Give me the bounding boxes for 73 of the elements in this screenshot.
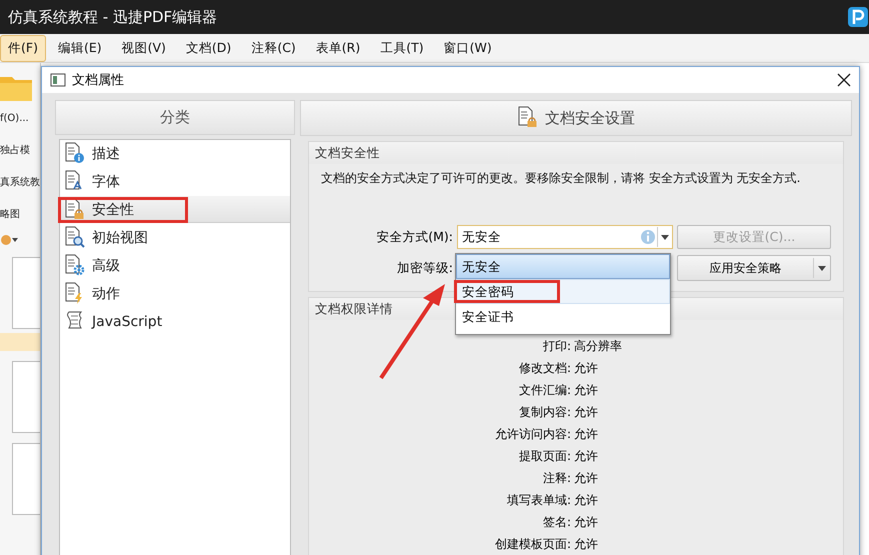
- info-icon: [639, 228, 657, 246]
- page-thumbnail[interactable]: [12, 443, 40, 515]
- category-label: JavaScript: [92, 314, 162, 330]
- permission-label: 复制内容:: [518, 404, 571, 421]
- category-label: 字体: [92, 172, 120, 190]
- app-logo-icon: [847, 6, 869, 28]
- selected-page-band[interactable]: [0, 333, 40, 351]
- panel-title: 文档安全设置: [545, 108, 635, 128]
- permission-value: 允许: [573, 470, 599, 487]
- menu-item[interactable]: 表单(R): [308, 34, 368, 62]
- menu-item[interactable]: 编辑(E): [50, 34, 110, 62]
- apply-policy-button[interactable]: 应用安全策略: [677, 255, 831, 281]
- dialog-title: 文档属性: [72, 72, 125, 89]
- permission-value: 允许: [573, 404, 599, 421]
- menu-item[interactable]: 注释(C): [243, 34, 304, 62]
- permission-label: 创建模板页面:: [494, 536, 571, 553]
- permission-label: 签名:: [542, 514, 571, 531]
- document-info-icon: [64, 142, 86, 166]
- category-label: 安全性: [92, 200, 134, 218]
- document-magnifier-icon: [64, 226, 86, 250]
- permission-label: 文件汇编:: [518, 382, 571, 399]
- document-gear-icon: [64, 254, 86, 278]
- document-lock-icon: [517, 106, 539, 130]
- permission-label: 打印:: [542, 338, 571, 355]
- category-item[interactable]: 字体: [60, 168, 290, 195]
- menu-item[interactable]: 窗口(W): [436, 34, 500, 62]
- menu-item[interactable]: 文档(D): [178, 34, 240, 62]
- menu-item[interactable]: 件(F): [0, 34, 46, 62]
- dropdown-option[interactable]: 安全密码: [456, 279, 670, 304]
- permission-value: 允许: [573, 426, 599, 443]
- window-icon: [50, 73, 66, 87]
- permission-value: 允许: [573, 448, 599, 465]
- document-lock-icon: [64, 198, 86, 222]
- category-label: 动作: [92, 284, 120, 302]
- permission-value: 允许: [573, 536, 599, 553]
- panel-header: 分类: [55, 100, 295, 135]
- permission-value: 允许: [573, 514, 599, 531]
- toolbar-text: 独占模: [0, 144, 31, 158]
- toolbar-text: 真系统教: [0, 176, 40, 190]
- toolbar-text: 略图: [0, 208, 21, 222]
- permission-label: 允许访问内容:: [494, 426, 571, 443]
- category-label: 高级: [92, 256, 120, 274]
- category-item[interactable]: 动作: [60, 280, 290, 307]
- category-item[interactable]: JavaScript: [60, 308, 290, 335]
- dropdown-option[interactable]: 无安全: [456, 254, 670, 279]
- menu-item[interactable]: 视图(V): [114, 34, 174, 62]
- category-label: 初始视图: [92, 228, 148, 246]
- permission-label: 修改文档:: [518, 360, 571, 377]
- menu-item[interactable]: 工具(T): [372, 34, 432, 62]
- permission-value: 允许: [573, 382, 599, 399]
- permission-value: 允许: [573, 360, 599, 377]
- category-item[interactable]: 安全性: [60, 196, 290, 223]
- category-label: 描述: [92, 144, 120, 162]
- window-title: 仿真系统教程 - 迅捷PDF编辑器: [8, 8, 218, 26]
- page-thumbnail[interactable]: [12, 257, 40, 329]
- field-label: 加密等级:: [396, 260, 453, 276]
- caret-icon: [818, 266, 826, 270]
- permission-label: 提取页面:: [518, 448, 571, 465]
- category-item[interactable]: 描述: [60, 140, 290, 167]
- permission-value: 高分辨率: [573, 338, 623, 355]
- page-thumbnail[interactable]: [12, 361, 40, 433]
- field-label: 安全方式(M):: [375, 228, 453, 246]
- category-item[interactable]: 初始视图: [60, 224, 290, 251]
- permission-label: 注释:: [542, 470, 571, 487]
- permission-value: 允许: [573, 492, 599, 509]
- group-heading: 文档安全性: [309, 142, 843, 164]
- category-item[interactable]: 高级: [60, 252, 290, 279]
- permission-label: 填写表单域:: [506, 492, 571, 509]
- security-method-dropdown[interactable]: 无安全: [457, 225, 673, 249]
- toolbar-text: f(O)...: [0, 112, 30, 126]
- caret-icon: [661, 234, 669, 240]
- close-icon[interactable]: [837, 73, 851, 87]
- description-text: 文档的安全方式决定了可许可的更改。要移除安全限制，请将 安全方式设置为 无安全方式.: [320, 170, 802, 187]
